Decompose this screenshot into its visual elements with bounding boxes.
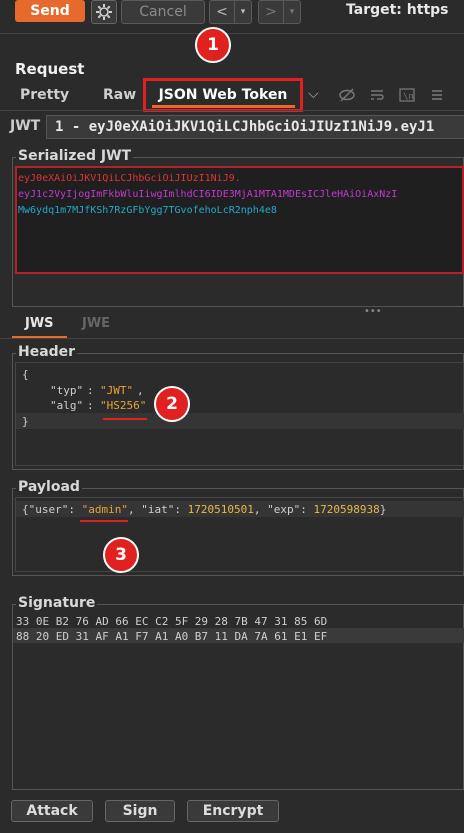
newline-toggle-icon[interactable]: \n (398, 86, 416, 104)
request-title: Request (15, 60, 85, 78)
header-current-line (16, 413, 464, 429)
tab-jws[interactable]: JWS (25, 316, 54, 331)
encrypt-button[interactable]: Encrypt (187, 800, 279, 822)
serialized-jwt-label: Serialized JWT (16, 148, 134, 164)
back-arrow-icon: < (216, 4, 228, 20)
signature-hex-row-2: 88 20 ED 31 AF A1 F7 A1 A0 B7 11 DA 7A 6… (16, 630, 328, 643)
payload-iat-key: "iat" (141, 503, 175, 516)
signature-hex-row-1: 33 0E B2 76 AD 66 EC C2 5F 29 28 7B 47 3… (16, 615, 328, 628)
header-open-brace: { (22, 368, 29, 381)
cancel-button[interactable]: Cancel (121, 0, 205, 24)
annotation-marker-2: 2 (154, 386, 190, 422)
header-typ-colon: : (87, 384, 94, 397)
splitter-handle-1[interactable]: ••• (364, 306, 382, 317)
hide-nonprintable-icon[interactable] (338, 86, 356, 104)
signature-label: Signature (16, 595, 98, 611)
toolbar-divider (0, 33, 464, 34)
alg-annotation-underline (103, 418, 147, 420)
tab-jwe[interactable]: JWE (82, 316, 110, 331)
payload-user-value: "admin" (81, 503, 128, 516)
forward-dropdown-icon[interactable]: ▾ (283, 1, 300, 23)
tab-raw[interactable]: Raw (103, 87, 136, 103)
menu-icon[interactable] (428, 86, 446, 104)
svg-text:\n: \n (403, 92, 414, 102)
header-close-brace: } (22, 415, 29, 428)
forward-button[interactable]: > ▾ (258, 0, 301, 24)
tab-pretty[interactable]: Pretty (20, 87, 69, 103)
target-label: Target: https (346, 2, 449, 18)
payload-label: Payload (16, 479, 82, 495)
payload-exp-value: 1720598938 (313, 503, 380, 516)
tabs-divider (0, 110, 464, 111)
active-tab-indicator (152, 105, 295, 108)
header-alg-key: "alg" (50, 399, 84, 412)
annotation-marker-3: 3 (103, 537, 139, 573)
header-alg-value: "HS256" (100, 399, 147, 412)
wrap-lines-icon[interactable] (368, 86, 386, 104)
send-button[interactable]: Send (15, 0, 85, 22)
payload-exp-key: "exp" (267, 503, 301, 516)
header-label: Header (16, 344, 78, 360)
serialized-header-part: eyJ0eXAiOiJKV1QiLCJhbGciOiJIUzI1NiJ9. (18, 173, 241, 184)
forward-arrow-icon: > (265, 4, 277, 20)
back-dropdown-icon[interactable]: ▾ (234, 1, 251, 23)
settings-gear-icon[interactable] (91, 0, 117, 24)
tabs-dropdown-icon[interactable]: ⌵ (308, 86, 319, 102)
serialized-signature-part: Mw6ydq1m7MJfKSh7RzGFbYgg7TGvofehoLcR2nph… (18, 205, 277, 216)
payload-user-key: "user" (28, 503, 69, 516)
header-typ-value: "JWT" (100, 384, 134, 397)
annotation-marker-1: 1 (195, 27, 231, 63)
jws-divider (0, 338, 464, 339)
payload-iat-value: 1720510501 (187, 503, 254, 516)
user-annotation-underline (80, 520, 128, 522)
attack-button[interactable]: Attack (11, 800, 93, 822)
header-typ-comma: , (137, 384, 144, 397)
back-button[interactable]: < ▾ (209, 0, 252, 24)
header-typ-key: "typ" (50, 384, 84, 397)
payload-json-line: {"user": "admin", "iat": 1720510501, "ex… (22, 503, 387, 516)
sign-button[interactable]: Sign (105, 800, 175, 822)
header-alg-colon: : (87, 399, 94, 412)
jwt-select[interactable]: 1 - eyJ0eXAiOiJKV1QiLCJhbGciOiJIUzI1NiJ9… (46, 115, 464, 139)
serialized-payload-part: eyJ1c2VyIjogImFkbWluIiwgImlhdCI6IDE3MjA1… (18, 189, 398, 200)
jwt-label: JWT (10, 118, 41, 134)
